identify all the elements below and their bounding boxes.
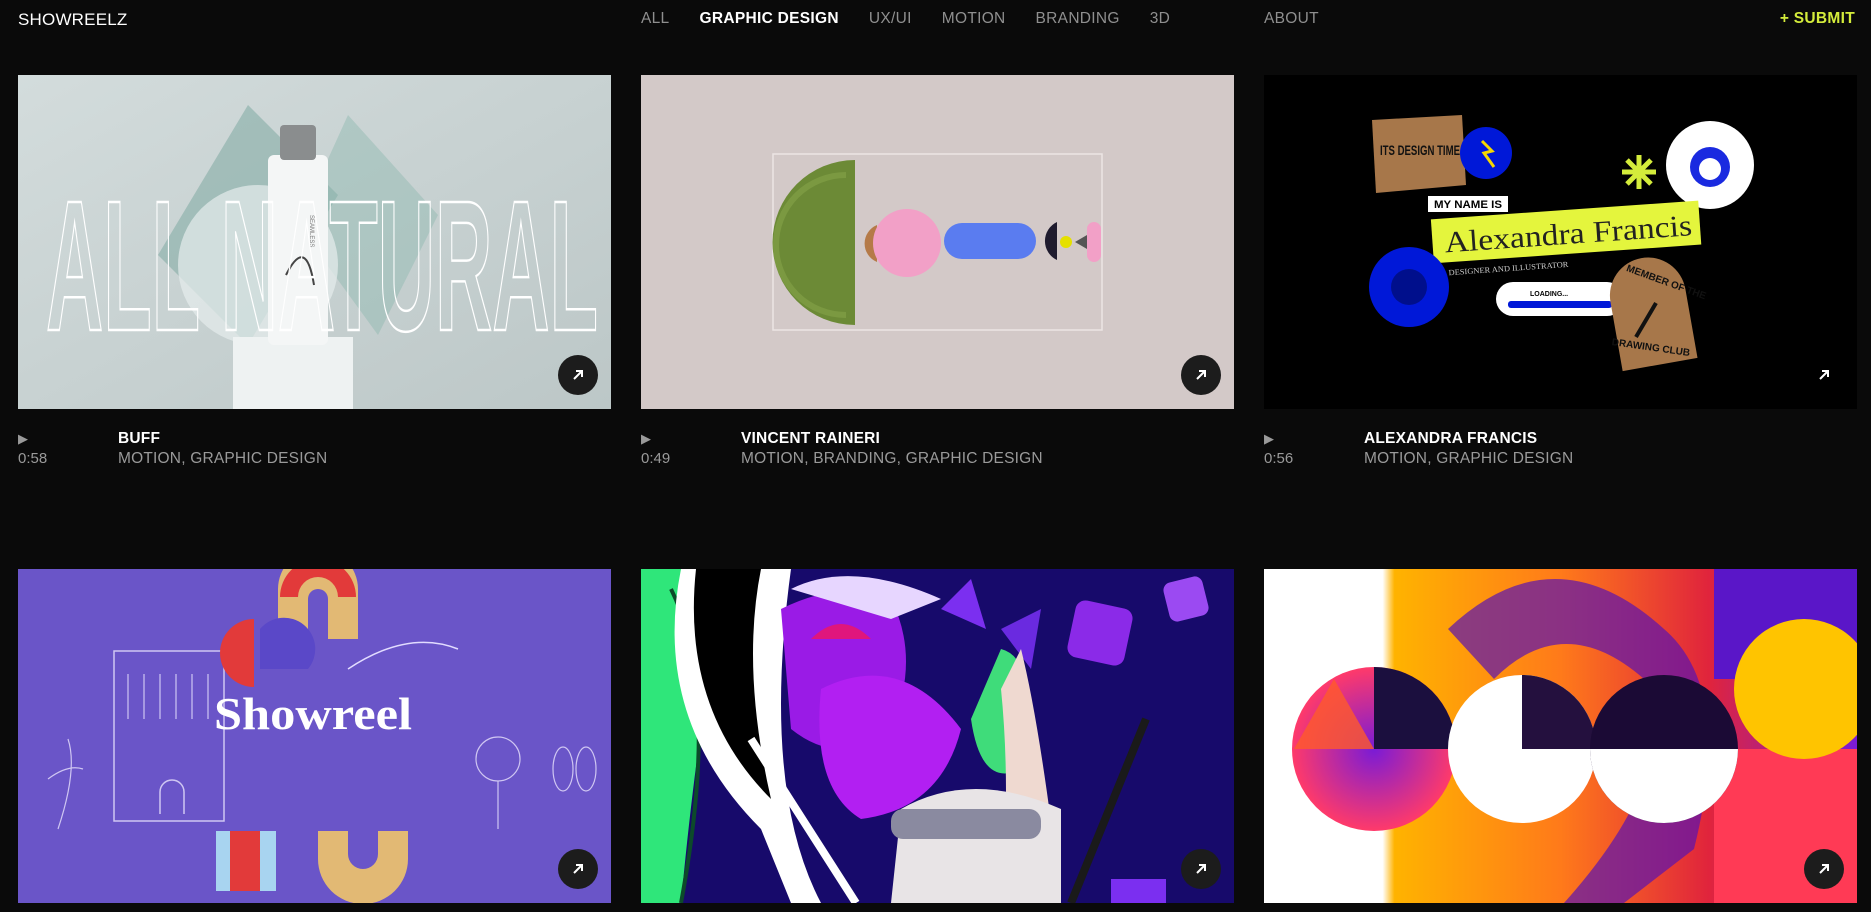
thumb-headline: ALL NATURAL — [46, 163, 598, 370]
reel-meta: ▶ 0:58 BUFF MOTION, GRAPHIC DESIGN — [18, 430, 611, 471]
reel-tags: MOTION, BRANDING, GRAPHIC DESIGN — [741, 450, 1043, 467]
open-arrow-button[interactable] — [1181, 355, 1221, 395]
reel-thumbnail[interactable] — [1264, 569, 1857, 903]
reel-thumbnail[interactable] — [641, 569, 1234, 903]
nav-branding[interactable]: BRANDING — [1036, 10, 1120, 28]
arrow-up-right-icon — [1819, 864, 1829, 874]
nav-graphic-design[interactable]: GRAPHIC DESIGN — [699, 10, 838, 28]
arrow-up-right-icon — [1819, 370, 1829, 380]
open-arrow-button[interactable] — [1804, 355, 1844, 395]
nav-all[interactable]: ALL — [641, 10, 669, 28]
play-icon[interactable]: ▶ — [641, 431, 651, 447]
duration: 0:56 — [1264, 450, 1294, 467]
thumbnail-image: ITS DESIGN TIME MY NAME IS Alexandra Fra… — [1264, 75, 1857, 409]
reel-meta: ▶ 0:49 VINCENT RAINERI MOTION, BRANDING,… — [641, 430, 1234, 471]
thumbnail-image — [641, 75, 1234, 409]
play-icon[interactable]: ▶ — [1264, 431, 1274, 447]
sticker-top: ITS DESIGN TIME — [1380, 142, 1460, 158]
thumbnail-image: SEAMLESS ALL NATURAL — [18, 75, 611, 409]
reel-thumbnail[interactable]: Showreel — [18, 569, 611, 903]
category-nav: ALL GRAPHIC DESIGN UX/UI MOTION BRANDING… — [641, 10, 1200, 28]
open-arrow-button[interactable] — [558, 355, 598, 395]
play-icon[interactable]: ▶ — [18, 431, 28, 447]
thumbnail-image: Showreel — [18, 569, 611, 903]
reel-title[interactable]: ALEXANDRA FRANCIS — [1364, 430, 1537, 448]
open-arrow-button[interactable] — [558, 849, 598, 889]
arrow-up-right-icon — [1196, 370, 1206, 380]
top-navigation: SHOWREELZ ALL GRAPHIC DESIGN UX/UI MOTIO… — [0, 0, 1871, 40]
nav-motion[interactable]: MOTION — [942, 10, 1006, 28]
arrow-up-right-icon — [1196, 864, 1206, 874]
nav-3d[interactable]: 3D — [1150, 10, 1170, 28]
open-arrow-button[interactable] — [1181, 849, 1221, 889]
open-arrow-button[interactable] — [1804, 849, 1844, 889]
arrow-up-right-icon — [573, 864, 583, 874]
loading-label: LOADING... — [1530, 291, 1568, 298]
name-label: MY NAME IS — [1434, 199, 1502, 211]
reel-thumbnail[interactable] — [641, 75, 1234, 409]
reel-meta: ▶ 0:56 ALEXANDRA FRANCIS MOTION, GRAPHIC… — [1264, 430, 1857, 471]
arrow-up-right-icon — [573, 370, 583, 380]
reel-tags: MOTION, GRAPHIC DESIGN — [118, 450, 328, 467]
reel-title[interactable]: BUFF — [118, 430, 160, 448]
thumb-headline: Showreel — [214, 688, 412, 739]
reel-title[interactable]: VINCENT RAINERI — [741, 430, 880, 448]
thumbnail-image — [1264, 569, 1857, 903]
reel-thumbnail[interactable]: SEAMLESS ALL NATURAL — [18, 75, 611, 409]
thumbnail-image — [641, 569, 1234, 903]
brand-logo[interactable]: SHOWREELZ — [18, 10, 127, 30]
reel-tags: MOTION, GRAPHIC DESIGN — [1364, 450, 1574, 467]
nav-ux-ui[interactable]: UX/UI — [869, 10, 912, 28]
nav-about[interactable]: ABOUT — [1264, 10, 1319, 28]
duration: 0:58 — [18, 450, 48, 467]
duration: 0:49 — [641, 450, 671, 467]
submit-button[interactable]: + SUBMIT — [1780, 10, 1855, 28]
reel-thumbnail[interactable]: ITS DESIGN TIME MY NAME IS Alexandra Fra… — [1264, 75, 1857, 409]
